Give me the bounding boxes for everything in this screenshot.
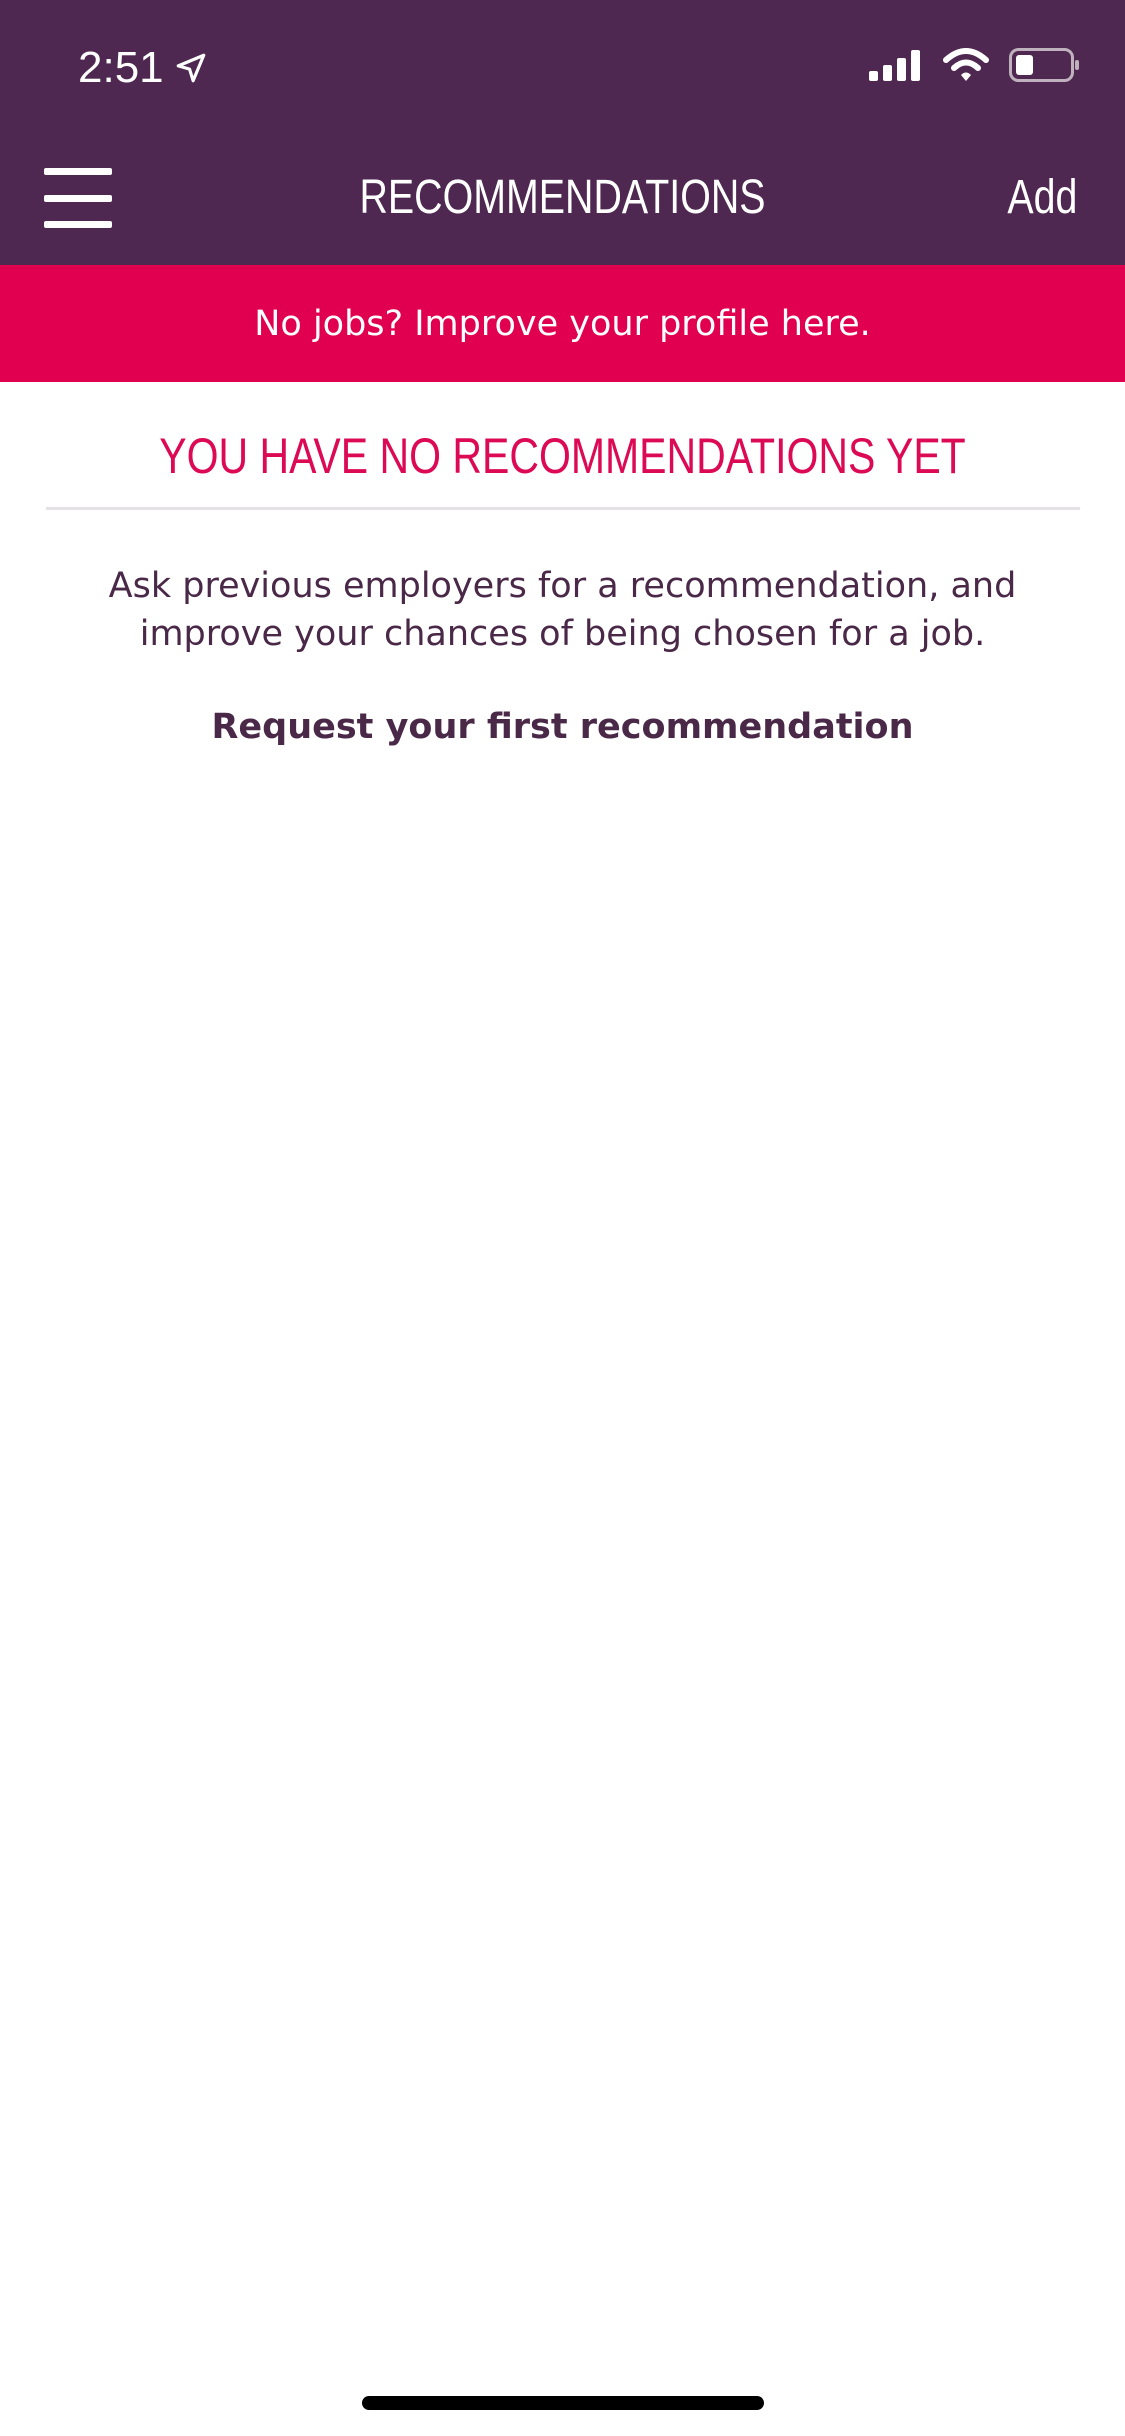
battery-icon: [1009, 48, 1079, 82]
cellular-signal-icon: [869, 50, 920, 81]
status-icons: [869, 48, 1081, 82]
status-time: 2:51: [78, 43, 164, 92]
empty-state-title: YOU HAVE NO RECOMMENDATIONS YET: [159, 428, 966, 484]
page-title: RECOMMENDATIONS: [359, 171, 766, 224]
improve-profile-banner[interactable]: No jobs? Improve your profile here.: [0, 265, 1125, 382]
request-recommendation-link[interactable]: Request your first recommendation: [0, 702, 1125, 752]
status-time-wrap: 2:51: [78, 40, 208, 96]
divider: [46, 507, 1080, 510]
app-header: 2:51 RECOMMENDATIONS Add: [0, 0, 1125, 265]
empty-state-description: Ask previous employers for a recommendat…: [108, 566, 1017, 654]
banner-text: No jobs? Improve your profile here.: [254, 303, 871, 344]
status-bar: 2:51: [0, 0, 1125, 132]
location-arrow-icon: [176, 53, 205, 83]
add-button[interactable]: Add: [1007, 166, 1077, 230]
home-indicator: [362, 2396, 764, 2410]
navigation-bar: RECOMMENDATIONS Add: [0, 132, 1125, 265]
wifi-icon: [943, 48, 989, 81]
